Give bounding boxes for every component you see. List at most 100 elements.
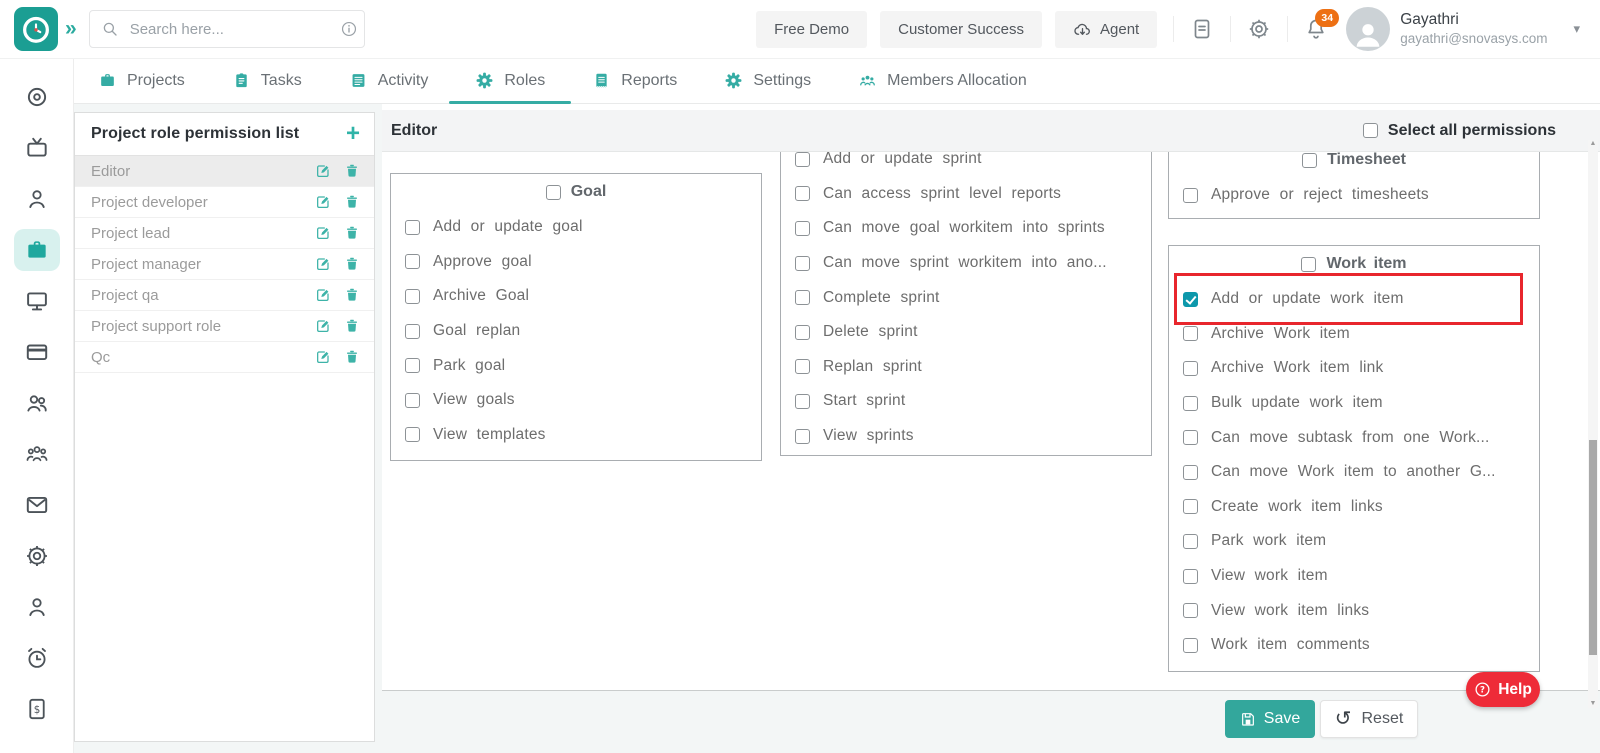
search-input[interactable] [127, 19, 331, 39]
user-info[interactable]: Gayathri gayathri@snovasys.com [1400, 11, 1547, 46]
free-demo-button[interactable]: Free Demo [756, 10, 868, 48]
permission-item[interactable]: Delete sprint [781, 315, 1151, 350]
permission-checkbox[interactable] [795, 186, 810, 202]
permission-item[interactable]: View sprints [781, 419, 1151, 454]
permission-item[interactable]: Goal replan [391, 314, 761, 349]
add-role-button[interactable]: + [346, 122, 360, 146]
role-row[interactable]: Project support role [75, 311, 374, 342]
permission-checkbox[interactable] [795, 255, 810, 271]
permission-item[interactable]: Create work item links [1169, 490, 1539, 525]
vertical-scrollbar[interactable]: ▲ ▼ [1588, 140, 1598, 708]
permission-item[interactable]: Bulk update work item [1169, 386, 1539, 421]
role-row[interactable]: Project manager [75, 249, 374, 280]
sidebar-expand-chevrons-icon[interactable]: » [65, 17, 77, 41]
notifications-button[interactable]: 34 [1304, 9, 1340, 41]
sidebar-item-clients[interactable] [14, 382, 60, 424]
sidebar-item-projects[interactable] [13, 229, 60, 271]
app-logo[interactable] [14, 7, 58, 51]
permission-checkbox[interactable] [405, 323, 420, 339]
permission-checkbox[interactable] [405, 427, 420, 443]
role-row[interactable]: Qc [75, 342, 374, 373]
permission-checkbox[interactable] [1183, 568, 1198, 584]
permission-checkbox[interactable] [795, 428, 810, 444]
permission-item[interactable]: View goals [391, 383, 761, 418]
scrollbar-thumb[interactable] [1589, 440, 1597, 655]
tab-projects[interactable]: Projects [98, 58, 185, 103]
permission-item[interactable]: Archive Goal [391, 279, 761, 314]
permission-item[interactable]: Approve or reject timesheets [1169, 178, 1539, 213]
role-row[interactable]: Project lead [75, 218, 374, 249]
permission-item[interactable]: View work item [1169, 559, 1539, 594]
sidebar-item-support[interactable] [14, 586, 60, 628]
trash-icon[interactable] [344, 194, 360, 210]
role-row[interactable]: Editor [75, 156, 374, 187]
edit-icon[interactable] [315, 349, 331, 365]
permission-item[interactable]: Can move subtask from one Work... [1169, 420, 1539, 455]
permission-item[interactable]: Replan sprint [781, 350, 1151, 385]
group-checkbox[interactable] [1302, 152, 1318, 168]
permission-checkbox[interactable] [795, 290, 810, 306]
permission-checkbox[interactable] [405, 392, 420, 408]
permission-checkbox[interactable] [1183, 637, 1198, 653]
permission-checkbox[interactable] [795, 220, 810, 236]
help-button[interactable]: Help [1466, 672, 1540, 707]
permission-checkbox[interactable] [795, 393, 810, 409]
tab-roles[interactable]: Roles [449, 58, 572, 104]
group-checkbox[interactable] [545, 184, 561, 200]
permission-checkbox[interactable] [405, 288, 420, 304]
permission-checkbox[interactable] [1183, 603, 1198, 619]
scroll-up-arrow-icon[interactable]: ▲ [1588, 140, 1598, 148]
permission-checkbox[interactable] [1183, 533, 1198, 549]
customer-success-button[interactable]: Customer Success [880, 10, 1042, 48]
permission-checkbox[interactable] [1183, 464, 1198, 480]
permission-checkbox[interactable] [1183, 430, 1198, 446]
permission-item[interactable]: Can move sprint workitem into ano... [781, 246, 1151, 281]
tab-tasks[interactable]: Tasks [232, 58, 302, 103]
role-row[interactable]: Project developer [75, 187, 374, 218]
select-all-permissions[interactable]: Select all permissions [1362, 122, 1556, 140]
permission-item[interactable]: Add or update goal [391, 210, 761, 245]
sidebar-item-tracker[interactable] [14, 76, 60, 118]
agent-button[interactable]: Agent [1055, 10, 1158, 48]
permission-checkbox[interactable] [405, 219, 420, 235]
scroll-down-arrow-icon[interactable]: ▼ [1588, 700, 1598, 708]
permission-checkbox[interactable] [795, 324, 810, 340]
sidebar-item-workstation[interactable] [14, 280, 60, 322]
sidebar-item-invoices[interactable] [14, 688, 60, 730]
sidebar-item-settings[interactable] [14, 535, 60, 577]
tab-activity[interactable]: Activity [349, 58, 428, 103]
permission-checkbox[interactable] [1183, 326, 1198, 342]
permission-item[interactable]: Complete sprint [781, 280, 1151, 315]
info-icon[interactable] [340, 20, 358, 38]
group-checkbox[interactable] [1301, 256, 1317, 272]
chevron-down-icon[interactable]: ▾ [1573, 21, 1580, 37]
edit-icon[interactable] [315, 318, 331, 334]
save-button[interactable]: Save [1225, 700, 1315, 738]
permission-item[interactable]: Archive Work item link [1169, 351, 1539, 386]
permission-item[interactable]: View templates [391, 418, 761, 453]
permission-checkbox[interactable] [1183, 499, 1198, 515]
permission-checkbox[interactable] [795, 151, 810, 167]
select-all-checkbox[interactable] [1362, 123, 1378, 138]
trash-icon[interactable] [344, 256, 360, 272]
permission-checkbox[interactable] [1183, 187, 1198, 203]
permission-checkbox[interactable] [405, 358, 420, 374]
trash-icon[interactable] [344, 349, 360, 365]
sidebar-item-teams[interactable] [14, 433, 60, 475]
permission-item[interactable]: View work item links [1169, 593, 1539, 628]
permission-checkbox[interactable] [1183, 395, 1198, 411]
group-title-row[interactable]: Goal [391, 174, 761, 210]
edit-icon[interactable] [315, 256, 331, 272]
trash-icon[interactable] [344, 318, 360, 334]
trash-icon[interactable] [344, 225, 360, 241]
edit-icon[interactable] [315, 194, 331, 210]
role-row[interactable]: Project qa [75, 280, 374, 311]
trash-icon[interactable] [344, 287, 360, 303]
avatar[interactable] [1346, 7, 1391, 51]
reset-button[interactable]: ↺ Reset [1320, 700, 1418, 738]
trash-icon[interactable] [344, 163, 360, 179]
sidebar-item-time[interactable] [14, 637, 60, 679]
permission-item[interactable]: Approve goal [391, 245, 761, 280]
tab-settings[interactable]: Settings [724, 58, 811, 103]
permission-item[interactable]: Can move goal workitem into sprints [781, 211, 1151, 246]
